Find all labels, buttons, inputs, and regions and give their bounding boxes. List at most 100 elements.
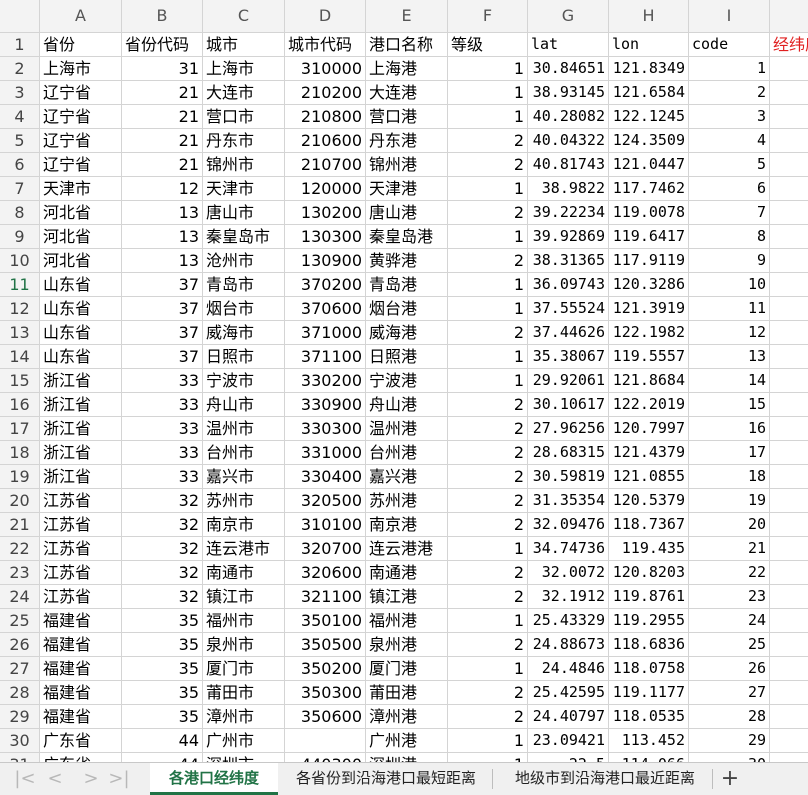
table-cell[interactable]: 119.1177 — [609, 681, 689, 705]
table-cell[interactable]: 33 — [122, 393, 203, 417]
table-cell[interactable]: 嘉兴市 — [203, 465, 285, 489]
table-cell[interactable]: 20 — [689, 513, 770, 537]
table-cell[interactable] — [770, 753, 808, 762]
table-cell[interactable]: 120.3286 — [609, 273, 689, 297]
header-cell[interactable]: 等级 — [448, 33, 528, 57]
table-cell[interactable]: 350500 — [285, 633, 366, 657]
spreadsheet-grid[interactable]: A B C D E F G H I 1 2 3 4 5 6 7 8 9 10 11 12 13 14 15 16 17 18 19 20… — [0, 0, 808, 762]
row-header[interactable]: 14 — [0, 345, 40, 369]
table-cell[interactable]: 9 — [689, 249, 770, 273]
table-cell[interactable]: 118.0535 — [609, 705, 689, 729]
table-cell[interactable]: 南京港 — [366, 513, 448, 537]
row-header[interactable]: 12 — [0, 297, 40, 321]
table-cell[interactable]: 8 — [689, 225, 770, 249]
table-cell[interactable]: 13 — [689, 345, 770, 369]
table-cell[interactable]: 117.9119 — [609, 249, 689, 273]
table-cell[interactable]: 40.04322 — [528, 129, 609, 153]
table-cell[interactable]: 2 — [448, 417, 528, 441]
header-cell[interactable]: lon — [609, 33, 689, 57]
table-cell[interactable]: 漳州市 — [203, 705, 285, 729]
table-cell[interactable]: 34.74736 — [528, 537, 609, 561]
table-cell[interactable] — [770, 729, 808, 753]
table-cell[interactable] — [770, 489, 808, 513]
table-cell[interactable]: 浙江省 — [40, 369, 122, 393]
table-cell[interactable]: 大连港 — [366, 81, 448, 105]
table-cell[interactable]: 浙江省 — [40, 465, 122, 489]
table-cell[interactable] — [770, 177, 808, 201]
table-cell[interactable]: 320600 — [285, 561, 366, 585]
table-cell[interactable]: 2 — [448, 489, 528, 513]
table-cell[interactable]: 苏州市 — [203, 489, 285, 513]
table-cell[interactable]: 营口港 — [366, 105, 448, 129]
table-cell[interactable]: 秦皇岛市 — [203, 225, 285, 249]
table-cell[interactable]: 38.93145 — [528, 81, 609, 105]
table-cell[interactable]: 威海市 — [203, 321, 285, 345]
table-cell[interactable]: 2 — [689, 81, 770, 105]
table-cell[interactable]: 1 — [448, 273, 528, 297]
table-cell[interactable] — [770, 249, 808, 273]
table-cell[interactable]: 21 — [122, 129, 203, 153]
table-cell[interactable]: 深圳港 — [366, 753, 448, 762]
table-cell[interactable]: 舟山港 — [366, 393, 448, 417]
table-cell[interactable]: 沧州市 — [203, 249, 285, 273]
table-cell[interactable]: 29 — [689, 729, 770, 753]
table-cell[interactable]: 1 — [689, 57, 770, 81]
table-cell[interactable]: 40.28082 — [528, 105, 609, 129]
table-cell[interactable]: 370200 — [285, 273, 366, 297]
select-all-corner[interactable] — [0, 0, 40, 33]
table-cell[interactable]: 32.1912 — [528, 585, 609, 609]
table-cell[interactable]: 130300 — [285, 225, 366, 249]
table-cell[interactable]: 烟台市 — [203, 297, 285, 321]
table-cell[interactable]: 锦州港 — [366, 153, 448, 177]
table-cell[interactable]: 310000 — [285, 57, 366, 81]
table-cell[interactable]: 2 — [448, 441, 528, 465]
row-header[interactable]: 21 — [0, 513, 40, 537]
prev-sheet-icon[interactable]: < — [44, 767, 66, 791]
table-cell[interactable]: 镇江港 — [366, 585, 448, 609]
table-cell[interactable]: 35 — [122, 681, 203, 705]
table-cell[interactable]: 24.4846 — [528, 657, 609, 681]
table-cell[interactable]: 330200 — [285, 369, 366, 393]
column-header[interactable]: D — [285, 0, 366, 33]
table-cell[interactable]: 121.0447 — [609, 153, 689, 177]
table-cell[interactable]: 3 — [689, 105, 770, 129]
table-cell[interactable]: 2 — [448, 585, 528, 609]
table-cell[interactable]: 371000 — [285, 321, 366, 345]
table-cell[interactable] — [770, 441, 808, 465]
header-cell[interactable]: 城市 — [203, 33, 285, 57]
table-cell[interactable] — [770, 585, 808, 609]
table-cell[interactable]: 121.8349 — [609, 57, 689, 81]
header-cell[interactable]: 港口名称 — [366, 33, 448, 57]
table-cell[interactable]: 38.31365 — [528, 249, 609, 273]
table-cell[interactable]: 320700 — [285, 537, 366, 561]
table-cell[interactable]: 广东省 — [40, 753, 122, 762]
table-cell[interactable]: 118.7367 — [609, 513, 689, 537]
table-cell[interactable]: 37 — [122, 345, 203, 369]
tab-city-nearest-distance[interactable]: 地级市到沿海港口最近距离 — [500, 763, 710, 795]
table-cell[interactable]: 119.435 — [609, 537, 689, 561]
column-header[interactable]: H — [609, 0, 689, 33]
table-cell[interactable]: 310100 — [285, 513, 366, 537]
table-cell[interactable]: 119.8761 — [609, 585, 689, 609]
header-cell[interactable]: 城市代码 — [285, 33, 366, 57]
table-cell[interactable]: 天津市 — [203, 177, 285, 201]
table-cell[interactable]: 唐山港 — [366, 201, 448, 225]
row-header[interactable]: 7 — [0, 177, 40, 201]
table-cell[interactable]: 44 — [122, 729, 203, 753]
table-cell[interactable]: 25 — [689, 633, 770, 657]
table-cell[interactable]: 莆田市 — [203, 681, 285, 705]
table-cell[interactable]: 350600 — [285, 705, 366, 729]
table-cell[interactable]: 119.6417 — [609, 225, 689, 249]
table-cell[interactable]: 35 — [122, 705, 203, 729]
row-header[interactable]: 3 — [0, 81, 40, 105]
table-cell[interactable]: 39.22234 — [528, 201, 609, 225]
table-cell[interactable]: 33 — [122, 417, 203, 441]
table-cell[interactable]: 120000 — [285, 177, 366, 201]
row-header[interactable]: 17 — [0, 417, 40, 441]
table-cell[interactable]: 营口市 — [203, 105, 285, 129]
table-cell[interactable]: 2 — [448, 681, 528, 705]
table-cell[interactable]: 24.40797 — [528, 705, 609, 729]
table-cell[interactable]: 2 — [448, 513, 528, 537]
table-cell[interactable]: 22 — [689, 561, 770, 585]
table-cell[interactable] — [770, 417, 808, 441]
